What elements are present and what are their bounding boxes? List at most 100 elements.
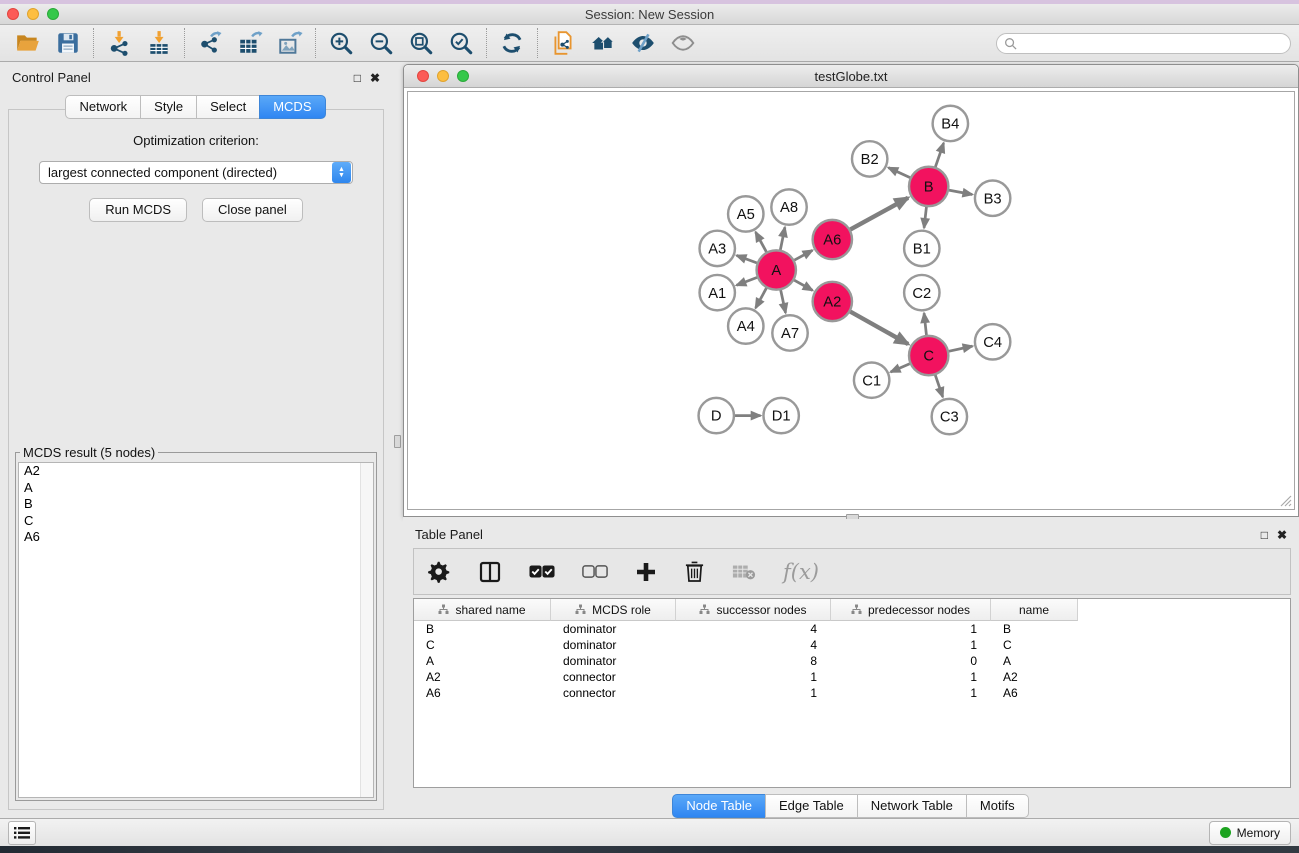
edge-B-B3[interactable]: [948, 190, 972, 195]
cell[interactable]: connector: [551, 686, 676, 700]
table-row[interactable]: A2connector11A2: [414, 669, 1290, 685]
zoom-in-button[interactable]: [321, 27, 361, 59]
add-column-button[interactable]: [635, 561, 657, 583]
cell[interactable]: 0: [831, 654, 991, 668]
close-panel-icon[interactable]: ✖: [370, 72, 380, 84]
cell[interactable]: 1: [831, 686, 991, 700]
cell[interactable]: B: [414, 622, 551, 636]
result-list-item[interactable]: A6: [19, 529, 373, 546]
tab-node-table[interactable]: Node Table: [672, 794, 766, 818]
tab-select[interactable]: Select: [196, 95, 260, 119]
node-table[interactable]: shared nameMCDS rolesuccessor nodesprede…: [413, 598, 1291, 788]
search-input[interactable]: [1017, 35, 1290, 52]
cell[interactable]: dominator: [551, 638, 676, 652]
select-all-button[interactable]: [529, 564, 555, 579]
home-button[interactable]: [583, 27, 623, 59]
splitter-grip-icon[interactable]: [394, 435, 401, 448]
edge-C-C3[interactable]: [935, 374, 943, 397]
open-session-button[interactable]: [8, 27, 48, 59]
cell[interactable]: connector: [551, 670, 676, 684]
cell[interactable]: A6: [414, 686, 551, 700]
vertical-splitter[interactable]: [392, 62, 403, 818]
cell[interactable]: dominator: [551, 654, 676, 668]
delete-column-button[interactable]: [684, 560, 705, 583]
save-session-button[interactable]: [48, 27, 88, 59]
cell[interactable]: A2: [991, 670, 1078, 684]
run-mcds-button[interactable]: Run MCDS: [89, 198, 187, 222]
edge-A-A4[interactable]: [756, 287, 767, 308]
deselect-all-button[interactable]: [582, 564, 608, 579]
table-row[interactable]: Adominator80A: [414, 653, 1290, 669]
edge-A2-C[interactable]: [849, 311, 908, 344]
close-panel-button[interactable]: Close panel: [202, 198, 303, 222]
resize-grip-icon[interactable]: [1279, 494, 1292, 507]
tab-network[interactable]: Network: [65, 95, 141, 119]
table-row[interactable]: Bdominator41B: [414, 621, 1290, 637]
edge-B-B4[interactable]: [935, 143, 944, 168]
network-window-titlebar[interactable]: testGlobe.txt: [404, 65, 1298, 88]
cell[interactable]: C: [414, 638, 551, 652]
criterion-select[interactable]: largest connected component (directed) ▲…: [39, 161, 353, 184]
edge-C-C2[interactable]: [924, 313, 926, 336]
network-canvas[interactable]: B4B2BB3B1A5A8A6A3AA1A2C2A4A7CC4C1C3DD1: [407, 91, 1295, 510]
split-columns-button[interactable]: [478, 560, 502, 584]
close-panel-icon[interactable]: ✖: [1277, 529, 1287, 541]
cell[interactable]: 1: [831, 670, 991, 684]
export-image-button[interactable]: [270, 27, 310, 59]
function-builder-button[interactable]: f(x): [783, 560, 819, 584]
task-history-button[interactable]: [8, 821, 36, 845]
zoom-out-button[interactable]: [361, 27, 401, 59]
table-row[interactable]: A6connector11A6: [414, 685, 1290, 701]
tab-edge-table[interactable]: Edge Table: [765, 794, 858, 818]
import-network-button[interactable]: [99, 27, 139, 59]
float-panel-icon[interactable]: □: [1261, 529, 1268, 541]
cell[interactable]: B: [991, 622, 1078, 636]
cell[interactable]: 8: [676, 654, 831, 668]
float-panel-icon[interactable]: □: [354, 72, 361, 84]
memory-button[interactable]: Memory: [1209, 821, 1291, 845]
copy-network-view-button[interactable]: [543, 27, 583, 59]
cell[interactable]: 1: [676, 670, 831, 684]
show-network-view-button[interactable]: [663, 27, 703, 59]
zoom-fit-button[interactable]: [401, 27, 441, 59]
result-list-item[interactable]: A2: [19, 463, 373, 480]
cell[interactable]: A2: [414, 670, 551, 684]
column-header-shared-name[interactable]: shared name: [414, 599, 551, 621]
tab-network-table[interactable]: Network Table: [857, 794, 967, 818]
import-table-button[interactable]: [139, 27, 179, 59]
edge-A-A2[interactable]: [793, 280, 812, 291]
tab-mcds[interactable]: MCDS: [259, 95, 325, 119]
scrollbar-track[interactable]: [360, 463, 373, 797]
cell[interactable]: A: [991, 654, 1078, 668]
edge-C-C4[interactable]: [948, 346, 972, 351]
hide-network-view-button[interactable]: [623, 27, 663, 59]
cell[interactable]: 1: [831, 638, 991, 652]
tab-style[interactable]: Style: [140, 95, 197, 119]
column-header-successor-nodes[interactable]: successor nodes: [676, 599, 831, 621]
edge-A-A1[interactable]: [737, 277, 758, 285]
edge-A-A8[interactable]: [780, 227, 785, 250]
network-graph[interactable]: B4B2BB3B1A5A8A6A3AA1A2C2A4A7CC4C1C3DD1: [408, 92, 1294, 509]
cell[interactable]: 4: [676, 638, 831, 652]
result-list-item[interactable]: B: [19, 496, 373, 513]
result-list-item[interactable]: A: [19, 480, 373, 497]
cell[interactable]: 1: [676, 686, 831, 700]
edge-A-A6[interactable]: [794, 250, 813, 260]
cell[interactable]: A: [414, 654, 551, 668]
mcds-result-list[interactable]: A2ABCA6: [18, 462, 374, 798]
export-network-button[interactable]: [190, 27, 230, 59]
cell[interactable]: 1: [831, 622, 991, 636]
export-table-button[interactable]: [230, 27, 270, 59]
delete-table-button[interactable]: [732, 563, 756, 581]
cell[interactable]: dominator: [551, 622, 676, 636]
column-header-predecessor-nodes[interactable]: predecessor nodes: [831, 599, 991, 621]
edge-A6-B[interactable]: [850, 198, 909, 230]
edge-A-A5[interactable]: [756, 232, 767, 253]
settings-gear-button[interactable]: [428, 560, 451, 583]
result-list-item[interactable]: C: [19, 513, 373, 530]
column-header-name[interactable]: name: [991, 599, 1078, 621]
tab-motifs[interactable]: Motifs: [966, 794, 1029, 818]
cell[interactable]: C: [991, 638, 1078, 652]
cell[interactable]: 4: [676, 622, 831, 636]
zoom-selected-button[interactable]: [441, 27, 481, 59]
